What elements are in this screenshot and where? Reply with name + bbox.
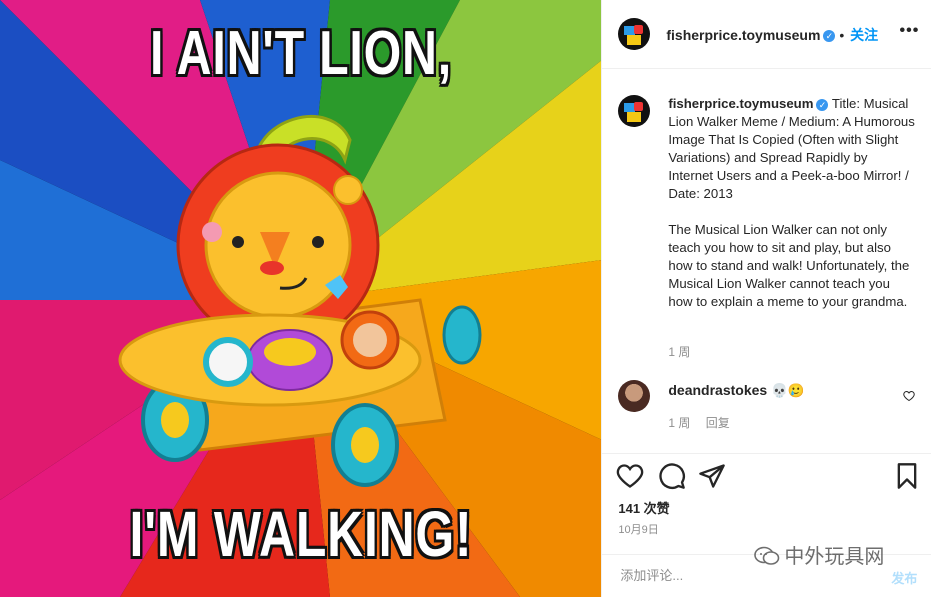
more-icon[interactable]: ••• [900, 22, 920, 40]
post-side-panel: fisherprice.toymuseum ✓ • 关注 ••• fisherpr… [601, 0, 931, 597]
comment-meta: 1 周 回复 [668, 414, 729, 431]
author-line: fisherprice.toymuseum ✓ • 关注 [666, 25, 878, 45]
like-count[interactable]: 141 次赞 [618, 498, 669, 517]
post-comment-button[interactable]: 发布 [891, 568, 917, 587]
caption-text: fisherprice.toymuseum ✓ Title: Musical Li… [668, 95, 915, 311]
comment-text: 💀🥲 [770, 383, 805, 398]
verified-icon: ✓ [823, 30, 836, 43]
post-image[interactable]: I AIN'T LION, I'M WALKING! [0, 0, 602, 597]
post-header: fisherprice.toymuseum ✓ • 关注 ••• [602, 0, 931, 69]
comments-area[interactable]: fisherprice.toymuseum ✓ Title: Musical Li… [602, 69, 931, 453]
author-avatar[interactable] [618, 18, 651, 50]
meme-top-text: I AIN'T LION, [150, 19, 452, 88]
verified-icon: ✓ [816, 98, 829, 111]
action-bar: 141 次赞 10月9日 发布 中外玩具网 [602, 453, 931, 598]
site-watermark: 中外玩具网 [754, 540, 884, 569]
caption-age: 1 周 [668, 345, 691, 359]
comment-like-icon[interactable] [903, 390, 916, 402]
caption-body: Title: Musical Lion Walker Meme / Medium… [668, 96, 915, 309]
bookmark-icon[interactable] [893, 462, 921, 490]
caption-author[interactable]: fisherprice.toymuseum [668, 96, 813, 111]
caption-author-avatar[interactable] [618, 95, 651, 127]
comment-input[interactable] [618, 567, 863, 584]
post-date: 10月9日 [618, 524, 659, 536]
follow-button[interactable]: 关注 [850, 27, 878, 43]
share-icon[interactable] [698, 462, 726, 490]
wechat-icon [754, 546, 780, 565]
comment: deandrastokes 💀🥲 [668, 382, 804, 399]
comment-icon[interactable] [658, 462, 686, 490]
commenter-avatar[interactable] [618, 380, 651, 412]
watermark-text: 中外玩具网 [784, 546, 885, 568]
reply-button[interactable]: 回复 [706, 416, 730, 430]
comment-username[interactable]: deandrastokes [668, 382, 767, 398]
comment-age: 1 周 [668, 416, 691, 430]
heart-icon[interactable] [616, 462, 644, 490]
meme-bottom-text: I'M WALKING! [129, 498, 473, 570]
author-username[interactable]: fisherprice.toymuseum [666, 27, 820, 43]
separator-dot: • [839, 27, 849, 43]
instagram-post: I AIN'T LION, I'M WALKING! fisherprice.t… [0, 0, 931, 597]
